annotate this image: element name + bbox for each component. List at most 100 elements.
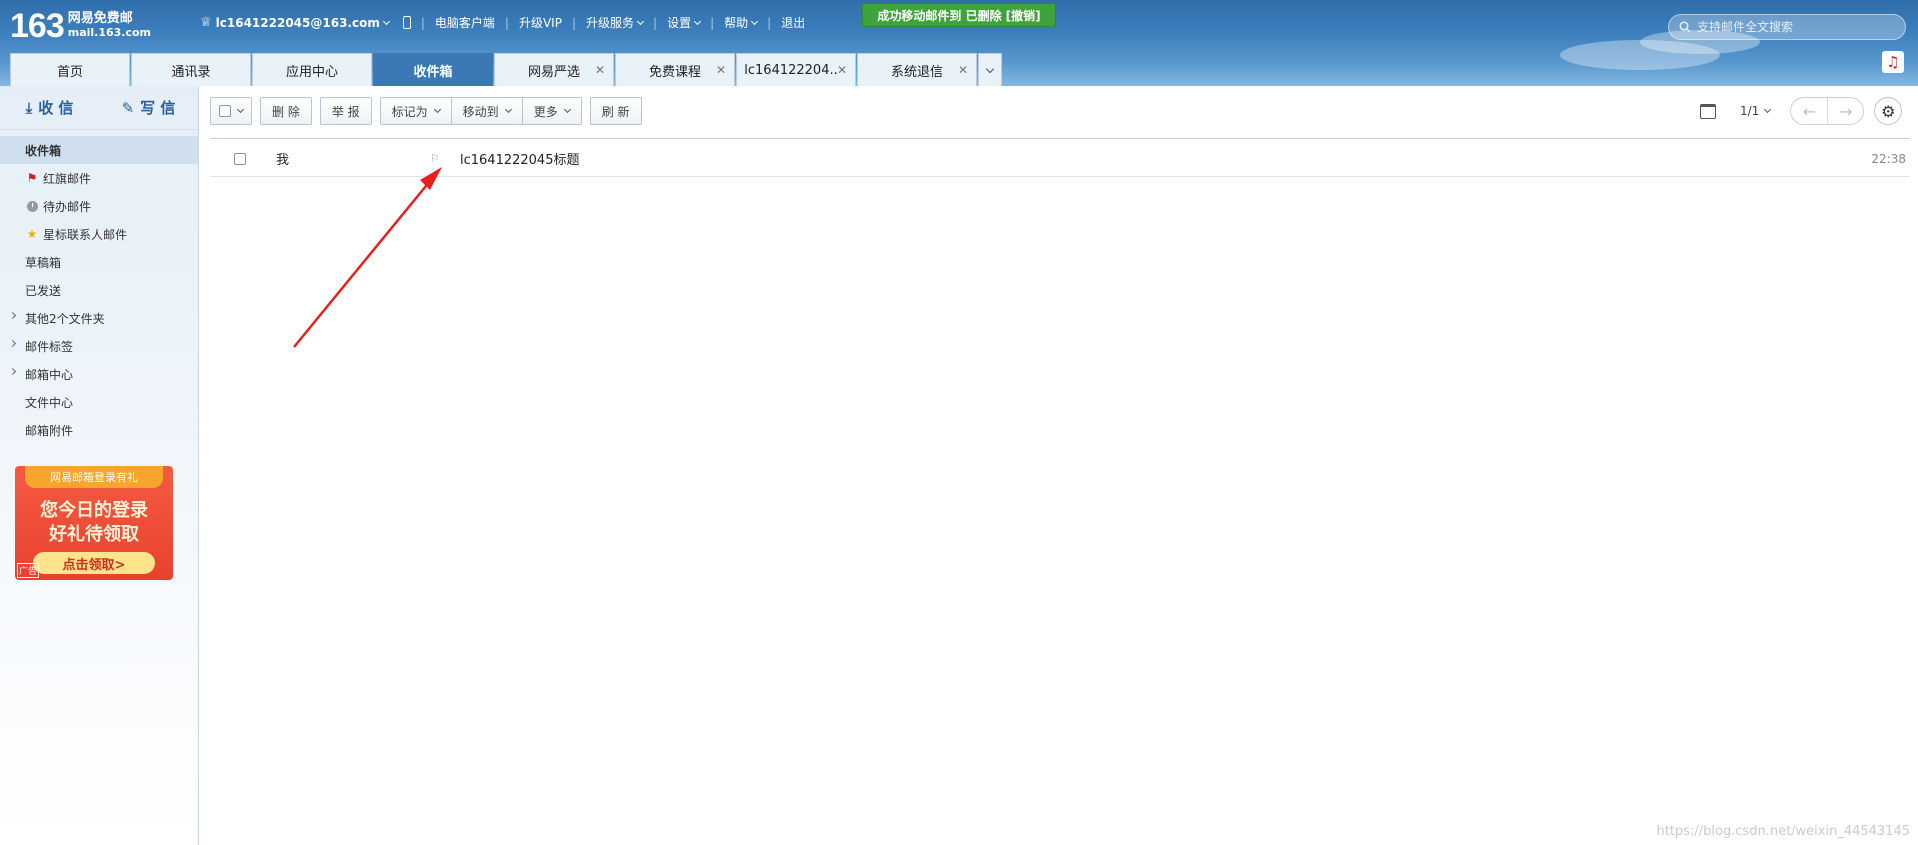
undo-link[interactable]: [撤销] (1006, 7, 1041, 24)
chevron-down-icon (636, 17, 645, 25)
logout-link[interactable]: 退出 (781, 14, 805, 31)
upgrade-service-label: 升级服务 (586, 16, 635, 30)
sidebar-item-inbox[interactable]: 收件箱 (0, 136, 198, 164)
refresh-button[interactable]: 刷 新 (589, 97, 642, 125)
folder-label: 红旗邮件 (43, 171, 92, 186)
tab-contacts[interactable]: 通讯录 (131, 53, 251, 86)
chevron-down-icon (751, 17, 759, 25)
chevron-right-icon[interactable] (8, 367, 17, 376)
crown-icon: ♕ (200, 15, 212, 30)
checkbox[interactable] (219, 105, 231, 117)
close-icon[interactable]: ✕ (837, 63, 847, 77)
tab-label: 网易严选 (527, 64, 580, 80)
folder-label: 星标联系人邮件 (43, 227, 128, 242)
tab-free-courses[interactable]: 免费课程 ✕ (615, 53, 735, 86)
tab-system-bounce[interactable]: 系统退信 ✕ (857, 53, 977, 86)
compose-label: 写 信 (140, 99, 176, 117)
tab-label: 收件箱 (413, 64, 453, 80)
tab-home[interactable]: 首页 (10, 53, 130, 86)
next-page-icon[interactable]: → (1827, 98, 1863, 124)
logo-domain: mail.163.com (67, 26, 152, 39)
list-tools: 1/1 ← → ⚙ (1700, 97, 1903, 125)
search-icon (1679, 21, 1691, 33)
tab-label: 应用中心 (285, 64, 338, 80)
phone-icon[interactable] (402, 16, 411, 29)
promo-cta-button[interactable]: 点击领取> (33, 552, 155, 574)
page-selector[interactable]: 1/1 (1740, 104, 1772, 118)
sidebar-item-sent[interactable]: 已发送 (0, 276, 198, 304)
select-all-checkbox[interactable] (210, 97, 252, 125)
tab-app-center[interactable]: 应用中心 (252, 53, 372, 86)
receive-button[interactable]: ⤓ 收 信 (0, 86, 99, 129)
desktop-client-link[interactable]: 电脑客户端 (435, 14, 495, 31)
mark-as-button[interactable]: 标记为 (379, 97, 452, 125)
tab-label: 免费课程 (648, 64, 701, 80)
mail-logo[interactable]: 163 网易免费邮 mail.163.com (10, 6, 151, 46)
folder-label: 邮箱附件 (25, 423, 74, 438)
tab-inbox[interactable]: 收件箱 (373, 53, 493, 86)
tab-label: lc164122204.. (744, 62, 838, 78)
move-to-button[interactable]: 移动到 (451, 97, 523, 125)
more-tabs-button[interactable] (978, 53, 1002, 86)
promo-banner[interactable]: 网易邮箱登录有礼 您今日的登录 好礼待领取 点击领取> 广告 (15, 466, 173, 580)
tab-yanxuan[interactable]: 网易严选 ✕ (494, 53, 614, 86)
upgrade-service-menu[interactable]: 升级服务 (586, 14, 645, 31)
sidebar-item-other-folders[interactable]: 其他2个文件夹 (0, 304, 198, 332)
calendar-icon[interactable] (1700, 103, 1716, 119)
tab-label: 通讯录 (171, 64, 211, 80)
chevron-down-icon (563, 105, 571, 114)
prev-page-icon[interactable]: ← (1791, 98, 1827, 124)
mark-as-label: 标记为 (391, 104, 428, 119)
delete-button[interactable]: 删 除 (260, 97, 312, 125)
promo-line2: 好礼待领取 (49, 524, 139, 545)
toast-message: 成功移动邮件到 已删除 (877, 8, 1002, 23)
folder-label: 邮箱中心 (25, 367, 74, 382)
chevron-down-icon (694, 17, 702, 25)
table-row[interactable]: 我 ⚐ lc1641222045标题 22:38 (210, 141, 1910, 177)
search-box[interactable] (1668, 14, 1906, 40)
sidebar-item-drafts[interactable]: 草稿箱 (0, 248, 198, 276)
sidebar-item-todo[interactable]: 待办邮件 (0, 192, 198, 220)
chevron-right-icon[interactable] (8, 311, 17, 320)
close-icon[interactable]: ✕ (958, 63, 968, 77)
compose-button[interactable]: ✎ 写 信 (99, 86, 198, 129)
sidebar-item-mail-tags[interactable]: 邮件标签 (0, 332, 198, 360)
folder-label: 待办邮件 (43, 199, 92, 214)
edit-icon: ✎ (121, 98, 135, 117)
chevron-down-icon (433, 105, 441, 114)
search-input[interactable] (1695, 19, 1895, 35)
help-menu[interactable]: 帮助 (724, 14, 759, 31)
close-icon[interactable]: ✕ (716, 63, 726, 77)
mail-subject[interactable]: lc1641222045标题 (460, 149, 1850, 168)
sidebar-item-file-center[interactable]: 文件中心 (0, 388, 198, 416)
chevron-right-icon[interactable] (8, 339, 17, 348)
action-group: 标记为 移动到 更多 (379, 97, 582, 125)
settings-menu[interactable]: 设置 (667, 14, 702, 31)
folder-label: 已发送 (25, 283, 62, 298)
tab-mail-detail[interactable]: lc164122204.. ✕ (736, 53, 856, 86)
promo-line1: 您今日的登录 (40, 500, 148, 521)
success-toast: 成功移动邮件到 已删除 [撤销] (862, 3, 1056, 27)
upgrade-vip-link[interactable]: 升级VIP (519, 14, 562, 31)
sidebar-actions: ⤓ 收 信 ✎ 写 信 (0, 86, 198, 130)
report-button[interactable]: 举 报 (319, 97, 372, 125)
close-icon[interactable]: ✕ (595, 63, 605, 77)
sidebar-item-starred[interactable]: ★ 星标联系人邮件 (0, 220, 198, 248)
top-header: 163 网易免费邮 mail.163.com ♕ lc1641222045@16… (0, 0, 1918, 86)
chevron-down-icon (985, 64, 995, 73)
page-indicator: 1/1 (1740, 104, 1760, 118)
sidebar-item-mailbox-center[interactable]: 邮箱中心 (0, 360, 198, 388)
flag-icon[interactable]: ⚐ (430, 152, 460, 165)
row-checkbox[interactable] (234, 152, 246, 165)
watermark: https://blog.csdn.net/weixin_44543145 (1656, 824, 1910, 839)
more-button[interactable]: 更多 (522, 97, 582, 125)
annotation-arrow (293, 167, 442, 348)
account-menu[interactable]: ♕ lc1641222045@163.com (200, 15, 390, 30)
music-icon[interactable]: ♫ (1882, 51, 1904, 73)
folder-list: 收件箱 ⚑ 红旗邮件 待办邮件 ★ 星标联系人邮件 草稿箱 已发送 其他2个文件夹 … (0, 136, 198, 444)
sidebar-item-flagged[interactable]: ⚑ 红旗邮件 (0, 164, 198, 192)
gear-icon[interactable]: ⚙ (1874, 97, 1903, 125)
receive-label: 收 信 (38, 99, 74, 117)
sidebar-item-attachments[interactable]: 邮箱附件 (0, 416, 198, 444)
account-email: lc1641222045@163.com (215, 15, 380, 30)
